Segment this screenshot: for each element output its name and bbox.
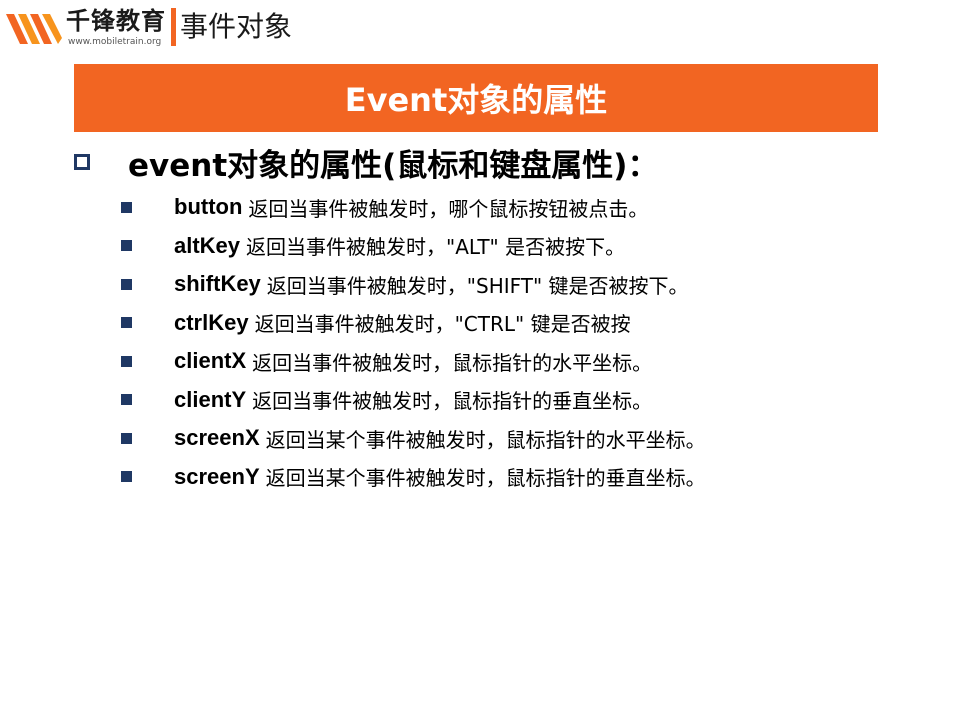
property-name: shiftKey	[174, 271, 261, 297]
slide-title-bar: Event对象的属性	[74, 64, 878, 132]
list-item: screenY 返回当某个事件被触发时，鼠标指针的垂直坐标。	[121, 458, 706, 497]
square-bullet-icon	[121, 278, 132, 290]
hollow-square-bullet-icon	[74, 154, 90, 170]
logo-url: www.mobiletrain.org	[68, 37, 162, 47]
main-bullet-text: event对象的属性(鼠标和键盘属性)：	[128, 147, 659, 184]
list-item: shiftKey 返回当事件被触发时，"SHIFT" 键是否被按下。	[121, 265, 706, 304]
list-item: ctrlKey 返回当事件被触发时，"CTRL" 键是否被按	[121, 304, 706, 343]
property-description: 返回当事件被触发时，"SHIFT" 键是否被按下。	[266, 273, 689, 298]
list-item: clientY 返回当事件被触发时，鼠标指针的垂直坐标。	[121, 381, 706, 420]
square-bullet-icon	[121, 471, 132, 483]
square-bullet-icon	[121, 432, 132, 444]
list-item: altKey 返回当事件被触发时，"ALT" 是否被按下。	[121, 227, 706, 266]
list-item: button 返回当事件被触发时，哪个鼠标按钮被点击。	[121, 188, 706, 227]
property-name: ctrlKey	[174, 309, 249, 335]
square-bullet-icon	[121, 394, 132, 406]
qianfeng-logo-icon	[6, 14, 62, 44]
square-bullet-icon	[121, 240, 132, 252]
property-name: altKey	[174, 232, 241, 258]
property-name: clientY	[174, 386, 247, 412]
property-name: screenY	[174, 463, 260, 489]
header-divider	[171, 8, 176, 46]
logo-brand-name: 千锋教育	[66, 7, 166, 35]
square-bullet-icon	[121, 317, 132, 329]
main-bullet: event对象的属性(鼠标和键盘属性)：	[74, 138, 658, 186]
property-name: clientX	[174, 348, 247, 374]
property-description: 返回当事件被触发时，鼠标指针的水平坐标。	[252, 350, 653, 375]
property-description: 返回当事件被触发时，哪个鼠标按钮被点击。	[248, 196, 649, 221]
section-title: 事件对象	[180, 10, 293, 43]
property-description: 返回当事件被触发时，鼠标指针的垂直坐标。	[252, 389, 653, 414]
slide-title: Event对象的属性	[344, 81, 608, 119]
list-item: clientX 返回当事件被触发时，鼠标指针的水平坐标。	[121, 342, 706, 381]
property-description: 返回当某个事件被触发时，鼠标指针的水平坐标。	[265, 427, 706, 452]
property-description: 返回当事件被触发时，"ALT" 是否被按下。	[246, 235, 626, 260]
property-description: 返回当事件被触发时，"CTRL" 键是否被按	[254, 312, 631, 337]
slide-header: 千锋教育 www.mobiletrain.org 事件对象	[0, 0, 960, 56]
list-item: screenX 返回当某个事件被触发时，鼠标指针的水平坐标。	[121, 419, 706, 458]
square-bullet-icon	[121, 355, 132, 367]
property-name: screenX	[174, 425, 260, 451]
square-bullet-icon	[121, 201, 132, 213]
property-description: 返回当某个事件被触发时，鼠标指针的垂直坐标。	[265, 466, 706, 491]
property-list: button 返回当事件被触发时，哪个鼠标按钮被点击。 altKey 返回当事件…	[121, 188, 706, 496]
property-name: button	[174, 194, 243, 220]
